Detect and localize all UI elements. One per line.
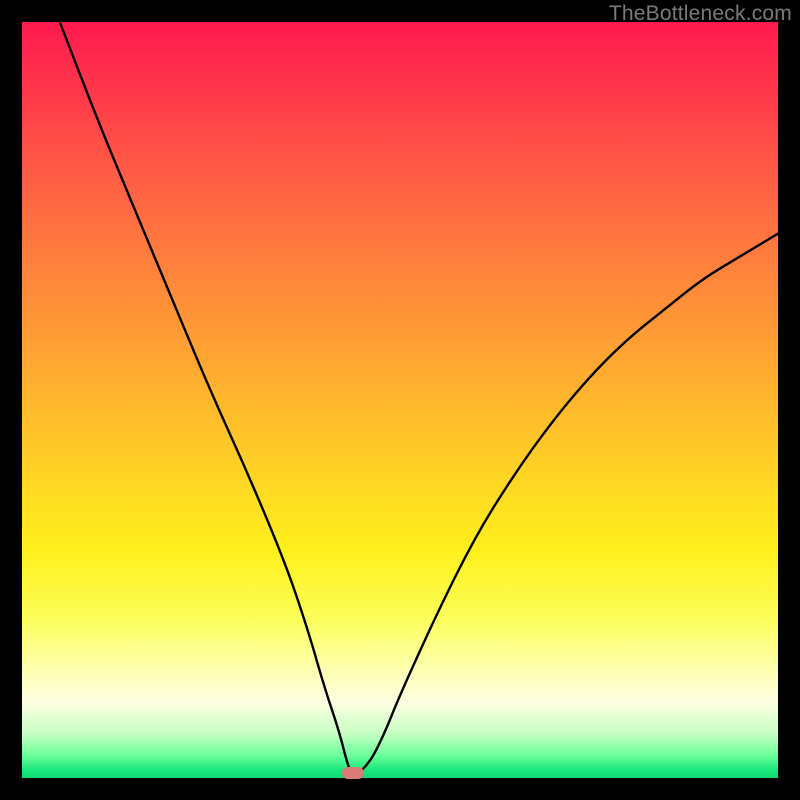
chart-frame: TheBottleneck.com	[0, 0, 800, 800]
plot-area	[22, 22, 778, 778]
bottleneck-curve	[22, 22, 778, 778]
watermark-text: TheBottleneck.com	[609, 2, 792, 26]
optimum-marker	[342, 767, 364, 779]
